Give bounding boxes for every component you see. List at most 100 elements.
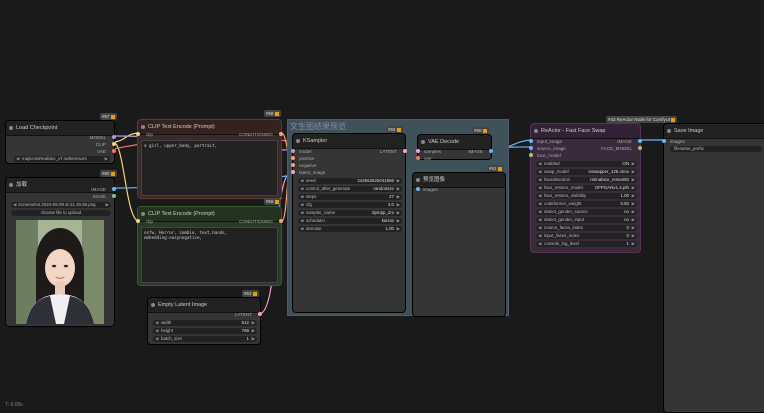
node-title[interactable]: VAE Decode (418, 135, 491, 150)
output-image-slot[interactable] (638, 139, 642, 143)
node-clip-text-negative[interactable]: CLIP Text Encode (Prompt) clip CONDITION… (136, 206, 283, 286)
widget-source-faces-index[interactable]: ◀ source_faces_index 0 ▶ (536, 225, 637, 231)
widget-swap-model[interactable]: ◀ swap_model inswapper_128.onnx ▶ (536, 169, 637, 175)
input-model-slot[interactable] (291, 149, 295, 153)
node-load-checkpoint[interactable]: Load Checkpoint MODEL CLIP VAE ◀ majicmi… (5, 120, 116, 164)
widget-detect-gender-source[interactable]: ◀ detect_gender_source no ▶ (536, 209, 637, 215)
arrow-right-icon[interactable]: ▶ (632, 193, 635, 199)
widget-control-after-generate[interactable]: ◀ control_after_generate randomize ▶ (298, 186, 402, 192)
output-vae-slot[interactable] (112, 149, 116, 153)
arrow-left-icon[interactable]: ◀ (300, 226, 303, 232)
widget-scheduler[interactable]: ◀ scheduler karras ▶ (298, 218, 402, 224)
arrow-left-icon[interactable]: ◀ (300, 218, 303, 224)
widget-sampler-name[interactable]: ◀ sampler_name dpmpp_2m ▶ (298, 210, 402, 216)
input-positive-slot[interactable] (291, 156, 295, 160)
arrow-right-icon[interactable]: ▶ (632, 161, 635, 167)
arrow-right-icon[interactable]: ▶ (632, 185, 635, 191)
input-input-image-slot[interactable] (529, 139, 533, 143)
output-conditioning-slot[interactable] (279, 219, 283, 223)
node-title[interactable]: ReActor - Fast Face Swap (531, 124, 640, 139)
prompt-textarea[interactable]: nsfw, Horror, zombie, text,hands, embedd… (141, 227, 278, 283)
arrow-left-icon[interactable]: ◀ (538, 217, 541, 223)
arrow-left-icon[interactable]: ◀ (538, 209, 541, 215)
input-images-slot[interactable] (416, 187, 420, 191)
output-clip-slot[interactable] (112, 142, 116, 146)
arrow-right-icon[interactable]: ▶ (397, 178, 400, 184)
input-latent-slot[interactable] (291, 170, 295, 174)
arrow-right-icon[interactable]: ▶ (106, 202, 109, 208)
arrow-right-icon[interactable]: ▶ (397, 218, 400, 224)
arrow-left-icon[interactable]: ◀ (538, 169, 541, 175)
arrow-left-icon[interactable]: ◀ (300, 202, 303, 208)
input-clip-slot[interactable] (136, 132, 140, 136)
arrow-right-icon[interactable]: ▶ (632, 241, 635, 247)
arrow-left-icon[interactable]: ◀ (300, 194, 303, 200)
input-face-model-slot[interactable] (529, 153, 533, 157)
widget-codeformer-weight[interactable]: ◀ codeformer_weight 0.60 ▶ (536, 201, 637, 207)
arrow-right-icon[interactable]: ▶ (397, 226, 400, 232)
arrow-right-icon[interactable]: ▶ (397, 202, 400, 208)
widget-face-restore-visibility[interactable]: ◀ face_restore_visibility 1.00 ▶ (536, 193, 637, 199)
node-title[interactable]: Empty Latent Image (148, 298, 260, 313)
arrow-left-icon[interactable]: ◀ (538, 225, 541, 231)
node-title[interactable]: 预览图像 (413, 173, 505, 188)
arrow-right-icon[interactable]: ▶ (632, 225, 635, 231)
node-load-image[interactable]: 加载 IMAGE MASK ◀ Screenshot 2024-05-09 at… (5, 177, 116, 327)
arrow-right-icon[interactable]: ▶ (632, 177, 635, 183)
node-preview-image[interactable]: 预览图像 images (412, 172, 506, 317)
output-image-slot[interactable] (112, 187, 116, 191)
widget-denoise[interactable]: ◀ denoise 1.00 ▶ (298, 226, 402, 232)
output-conditioning-slot[interactable] (279, 132, 283, 136)
input-images-slot[interactable] (662, 139, 666, 143)
node-clip-text-positive[interactable]: CLIP Text Encode (Prompt) clip CONDITION… (136, 119, 283, 199)
arrow-left-icon[interactable]: ◀ (538, 161, 541, 167)
arrow-right-icon[interactable]: ▶ (632, 233, 635, 239)
filename-prefix-input[interactable]: filename_prefix (670, 146, 762, 152)
output-model-slot[interactable] (112, 135, 116, 139)
node-title[interactable]: Load Checkpoint (6, 121, 114, 136)
widget-console-log-level[interactable]: ◀ console_log_level 1 ▶ (536, 241, 637, 247)
batch-size-widget[interactable]: ◀ batch_size 1 ▶ (153, 336, 257, 342)
arrow-left-icon[interactable]: ◀ (300, 210, 303, 216)
output-latent-slot[interactable] (258, 312, 262, 316)
arrow-left-icon[interactable]: ◀ (538, 177, 541, 183)
input-source-image-slot[interactable] (529, 146, 533, 150)
upload-button[interactable]: choose file to upload (11, 210, 111, 216)
widget-seed[interactable]: ◀ seed 242562825041866 ▶ (298, 178, 402, 184)
arrow-right-icon[interactable]: ▶ (632, 201, 635, 207)
node-ksampler[interactable]: KSampler model LATENT positive negative … (291, 133, 407, 313)
input-vae-slot[interactable] (416, 156, 420, 160)
arrow-left-icon[interactable]: ◀ (538, 241, 541, 247)
output-mask-slot[interactable] (112, 194, 116, 198)
arrow-left-icon[interactable]: ◀ (538, 193, 541, 199)
arrow-left-icon[interactable]: ◀ (538, 185, 541, 191)
widget-input-faces-index[interactable]: ◀ input_faces_index 0 ▶ (536, 233, 637, 239)
output-face-model-slot[interactable] (638, 146, 642, 150)
arrow-left-icon[interactable]: ◀ (538, 201, 541, 207)
arrow-right-icon[interactable]: ▶ (397, 210, 400, 216)
input-clip-slot[interactable] (136, 219, 140, 223)
node-reactor-face-swap[interactable]: ReActor - Fast Face Swap input_image IMA… (529, 123, 642, 253)
arrow-right-icon[interactable]: ▶ (397, 186, 400, 192)
widget-enabled[interactable]: ◀ enabled ON ▶ (536, 161, 637, 167)
image-file-combo[interactable]: ◀ Screenshot 2024-05-09 at 21.30.55.png … (11, 202, 111, 208)
arrow-right-icon[interactable]: ▶ (632, 217, 635, 223)
arrow-left-icon[interactable]: ◀ (538, 233, 541, 239)
arrow-left-icon[interactable]: ◀ (300, 178, 303, 184)
arrow-right-icon[interactable]: ▶ (632, 209, 635, 215)
node-title[interactable]: KSampler (293, 134, 405, 149)
widget-face-restore-model[interactable]: ◀ face_restore_model GFPGANv1.4.pth ▶ (536, 185, 637, 191)
height-widget[interactable]: ◀ height 768 ▶ (153, 328, 257, 334)
arrow-right-icon[interactable]: ▶ (105, 156, 108, 162)
arrow-left-icon[interactable]: ◀ (13, 202, 16, 208)
output-image-slot[interactable] (489, 149, 493, 153)
widget-facedetection[interactable]: ◀ facedetection retinaface_resnet50 ▶ (536, 177, 637, 183)
node-vae-decode[interactable]: VAE Decode samples vae IMAGE (416, 134, 493, 161)
input-negative-slot[interactable] (291, 163, 295, 167)
node-empty-latent[interactable]: Empty Latent Image LATENT ◀ width 512 ▶ ◀ he… (147, 297, 262, 345)
prompt-textarea[interactable]: a girl, upper_body, portrait, (141, 140, 278, 196)
output-latent-slot[interactable] (403, 149, 407, 153)
arrow-right-icon[interactable]: ▶ (632, 169, 635, 175)
widget-cfg[interactable]: ◀ cfg 3.0 ▶ (298, 202, 402, 208)
widget-detect-gender-input[interactable]: ◀ detect_gender_input no ▶ (536, 217, 637, 223)
